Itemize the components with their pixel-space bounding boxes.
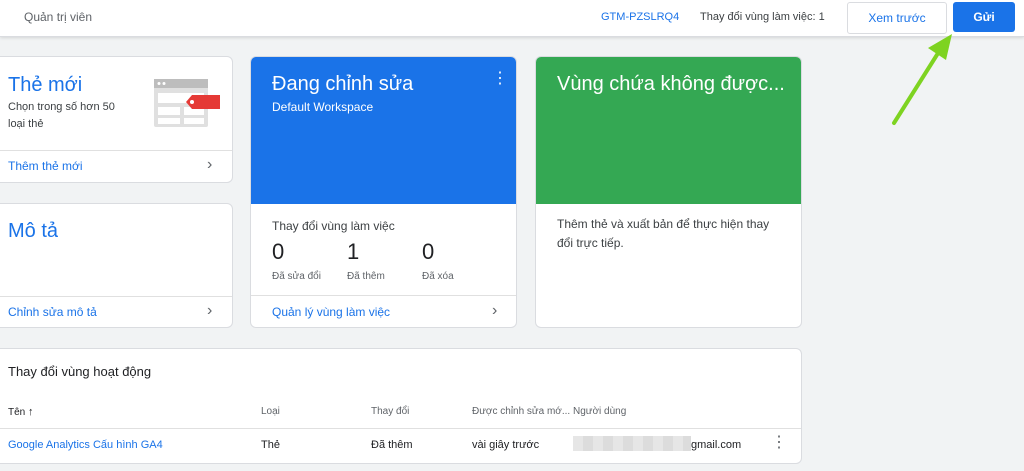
editing-title: Đang chỉnh sửa [272,73,414,95]
more-vert-icon[interactable]: ⋮ [771,435,787,451]
top-bar: Quản trị viên GTM-PZSLRQ4 Thay đổi vùng … [0,0,1024,37]
stat-value: 0 [272,239,285,264]
new-tag-title: Thẻ mới [8,74,83,96]
card-divider [251,295,516,296]
workspace-name: Default Workspace [272,100,374,114]
row-user: gmail.com [691,439,742,451]
workspace-changes-table-card: Thay đổi vùng hoạt động Tên ↑ Loại Thay … [0,348,802,464]
row-name-link[interactable]: Google Analytics Cấu hình GA4 [8,439,163,451]
annotation-arrow-icon [892,34,952,125]
chevron-right-icon[interactable]: › [207,302,212,320]
unpublished-card-header: Vùng chứa không được... [536,57,801,204]
description-card[interactable]: Mô tả Chỉnh sửa mô tả › [0,203,233,328]
header-name[interactable]: Tên ↑ [8,406,34,418]
stat-value: 1 [347,239,360,264]
row-edited: vài giây trước [472,439,540,451]
workspace-changes-label: Thay đổi vùng làm việc [272,219,395,233]
more-vert-icon[interactable]: ⋮ [492,71,508,87]
unpublished-container-card: Vùng chứa không được... Thêm thẻ và xuất… [535,56,802,328]
unpublished-description: Thêm thẻ và xuất bản để thực hiện thay đ… [557,217,770,250]
stat-label: Đã sửa đổi [272,271,321,282]
new-tag-description: Chọn trong số hơn 50 loại thẻ [8,101,115,130]
header-change: Thay đổi [371,406,410,417]
card-divider [0,150,232,151]
edit-description-link[interactable]: Chỉnh sửa mô tả [8,305,97,319]
header-user: Người dùng [573,406,627,417]
redacted-email-block [573,436,691,451]
new-tag-card[interactable]: Thẻ mới Chọn trong số hơn 50 loại thẻ Th… [0,56,233,183]
stat-deleted: 0 Đã xóa [422,239,454,282]
page-title: Quản trị viên [24,10,93,24]
submit-button[interactable]: Gửi [953,2,1015,32]
header-type: Loại [261,406,280,417]
card-divider [0,296,232,297]
add-new-tag-link[interactable]: Thêm thẻ mới [8,159,83,173]
editing-card-header: Đang chỉnh sửa Default Workspace ⋮ [251,57,516,204]
chevron-right-icon[interactable]: › [492,302,497,320]
arrow-up-icon: ↑ [28,406,34,418]
table-row[interactable]: Google Analytics Cấu hình GA4 Thẻ Đã thê… [0,429,801,463]
stat-label: Đã xóa [422,271,454,282]
table-title: Thay đổi vùng hoạt động [8,364,152,379]
container-id-link[interactable]: GTM-PZSLRQ4 [601,11,679,23]
chevron-right-icon[interactable]: › [207,156,212,174]
editing-workspace-card: Đang chỉnh sửa Default Workspace ⋮ Thay … [250,56,517,328]
unpublished-title: Vùng chứa không được... [557,73,785,95]
workspace-changes-count: Thay đổi vùng làm việc: 1 [700,11,825,23]
description-title: Mô tả [8,220,59,242]
header-name-label: Tên [8,407,26,418]
header-edited: Được chỉnh sửa mớ... [472,406,571,417]
stat-modified: 0 Đã sửa đổi [272,239,321,282]
row-change: Đã thêm [371,439,413,451]
stat-label: Đã thêm [347,271,385,282]
stat-added: 1 Đã thêm [347,239,385,282]
stat-value: 0 [422,239,435,264]
row-type: Thẻ [261,439,280,451]
tag-illustration-icon [154,79,220,127]
manage-workspace-link[interactable]: Quản lý vùng làm việc [272,305,390,319]
